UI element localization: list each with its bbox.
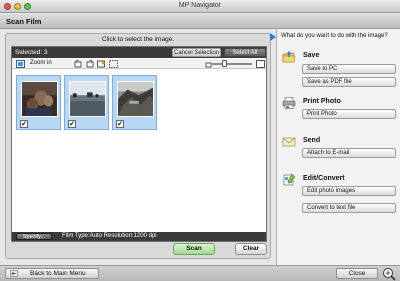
save-to-pc-button[interactable]: Save to PC [302,64,396,74]
print-section-title: Print Photo [303,98,341,105]
close-button[interactable]: Close [336,268,378,279]
back-arrow-icon [10,270,18,277]
action-question: What do you want to do with the image? [281,33,388,39]
photo-image-1 [21,81,58,117]
select-all-button[interactable]: Select All [224,48,266,57]
selected-count: Selected: 3 [15,49,48,56]
zoom-in-icon[interactable] [16,60,25,68]
folder-icon [282,51,296,63]
arrow-right-icon [270,33,276,41]
image-correction-icon[interactable] [97,60,106,68]
zoom-in-label[interactable]: Zoom in [30,60,52,66]
scan-button[interactable]: Scan [173,243,215,255]
thumbnail-toolbar: Zoom in [12,59,266,69]
send-section-title: Send [303,137,321,144]
specify-button[interactable]: Specify... [16,233,52,240]
crop-frame-icon[interactable] [109,60,118,68]
thumbnail-photo-3[interactable]: ✔ [112,75,157,130]
thumbnail-checkbox-3[interactable]: ✔ [116,120,124,128]
back-to-main-menu-label: Back to Main Menu [30,270,86,277]
cancel-selection-button[interactable]: Cancel Selection [172,48,221,57]
print-photo-button[interactable]: Print Photo [302,109,396,119]
thumbnail-panel: Selected: 3 Cancel Selection Select All … [11,46,267,242]
save-section-title: Save [303,52,320,59]
instruction-text: Click to select the image. [101,36,175,43]
rotate-right-icon[interactable] [85,60,94,68]
mode-title: Scan Film [6,17,42,26]
edit-photo-images-button[interactable]: Edit photo images [302,186,396,196]
edit-tools-icon [283,174,296,186]
envelope-icon [282,137,296,147]
photo-image-2 [69,81,106,117]
thumbnail-checkbox-2[interactable]: ✔ [68,120,76,128]
thumbnail-photo-2[interactable]: ✔ [64,75,109,130]
back-to-main-menu-button[interactable]: Back to Main Menu [5,268,99,279]
clear-button[interactable]: Clear [235,243,267,255]
slider-knob[interactable] [222,60,227,67]
scan-main-area: Click to select the image. Selected: 3 C… [5,33,271,259]
action-panel: What do you want to do with the image? S… [270,29,400,265]
bottom-bar: Back to Main Menu Close [0,265,400,281]
attach-to-email-button[interactable]: Attach to E-mail [302,148,396,158]
rotate-left-icon[interactable] [74,60,83,68]
action-panel-header: What do you want to do with the image? [270,32,400,41]
convert-to-text-button[interactable]: Convert to text file [302,203,396,213]
thumbnail-list: ✔ ✔ ✔ [16,75,157,130]
film-settings-text: Film Type:Auto Resolution:1200 dpi [62,233,157,239]
photo-image-3 [117,81,154,117]
thumbnail-size-slider[interactable] [212,60,252,67]
window-title: MP Navigator [178,2,222,9]
thumbnail-photo-1[interactable]: ✔ [16,75,61,130]
magnifier-icon[interactable] [382,267,396,281]
mode-bar: Scan Film [0,14,400,29]
save-as-pdf-button[interactable]: Save as PDF file [302,77,396,87]
thumbnail-checkbox-1[interactable]: ✔ [20,120,28,128]
edit-convert-section-title: Edit/Convert [303,175,345,182]
selection-bar: Selected: 3 Cancel Selection Select All [12,47,266,58]
printer-icon [282,97,296,109]
film-status-bar: Specify... Film Type:Auto Resolution:120… [12,232,266,241]
title-bar: MP Navigator [0,0,400,13]
large-thumbnail-icon [256,60,265,68]
